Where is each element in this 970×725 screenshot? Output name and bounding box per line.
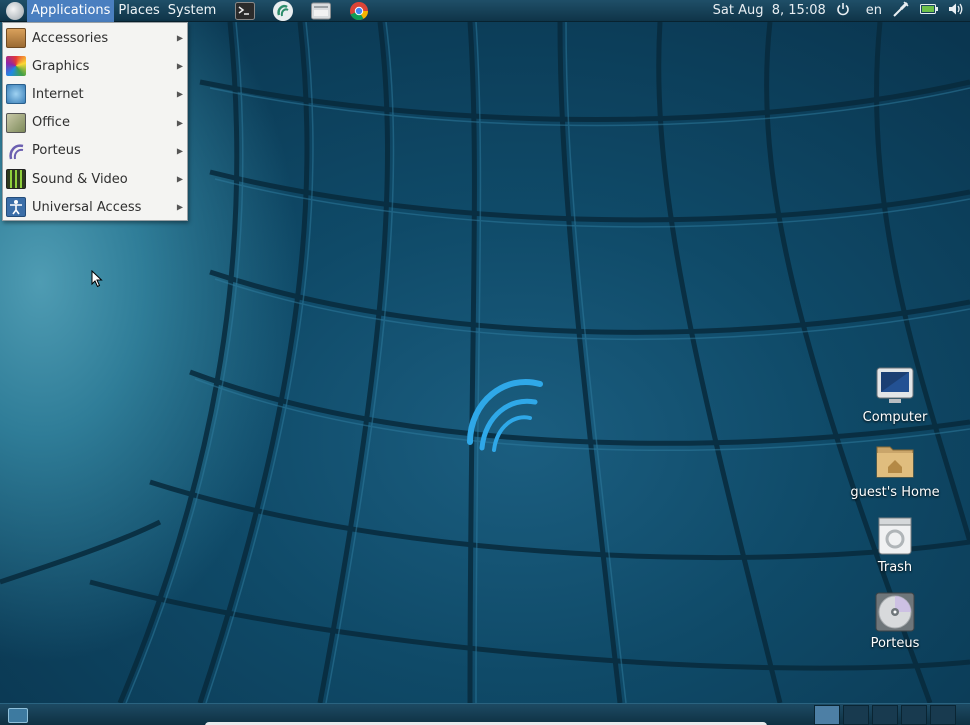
submenu-arrow-icon: ▶ xyxy=(176,174,183,184)
menu-item-label: Accessories xyxy=(32,30,109,46)
menu-item-universal-access[interactable]: Universal Access ▶ xyxy=(3,193,187,221)
desktop-icon-trash[interactable]: Trash xyxy=(845,516,945,575)
menu-item-internet[interactable]: Internet ▶ xyxy=(3,80,187,108)
submenu-arrow-icon: ▶ xyxy=(176,146,183,156)
battery-icon[interactable] xyxy=(920,3,938,19)
accessories-icon xyxy=(6,28,26,49)
bottom-panel xyxy=(0,703,970,725)
show-desktop-icon[interactable] xyxy=(8,708,28,723)
menu-system[interactable]: System xyxy=(164,0,220,22)
computer-icon xyxy=(875,366,915,406)
disc-icon xyxy=(875,592,915,632)
menu-item-label: Graphics xyxy=(32,58,90,74)
network-icon[interactable] xyxy=(892,0,910,22)
desktop-icon-label: Computer xyxy=(862,410,928,425)
volume-icon[interactable] xyxy=(948,2,964,20)
clock[interactable]: Sat Aug 8, 15:08 xyxy=(713,3,826,18)
desktop-icon-computer[interactable]: Computer xyxy=(845,366,945,425)
terminal-icon[interactable] xyxy=(234,1,256,21)
menu-applications[interactable]: Applications xyxy=(27,0,115,22)
submenu-arrow-icon: ▶ xyxy=(176,61,183,71)
workspace-2[interactable] xyxy=(843,705,869,725)
office-icon xyxy=(6,112,26,133)
desktop-icon-home[interactable]: guest's Home xyxy=(845,441,945,500)
menu-item-label: Universal Access xyxy=(32,199,142,215)
submenu-arrow-icon: ▶ xyxy=(176,118,183,128)
porteus-icon xyxy=(6,141,26,161)
workspace-1[interactable] xyxy=(814,705,840,725)
home-folder-icon xyxy=(875,441,915,481)
file-manager-icon[interactable] xyxy=(310,1,332,21)
workspace-4[interactable] xyxy=(901,705,927,725)
submenu-arrow-icon: ▶ xyxy=(176,202,183,212)
menu-item-accessories[interactable]: Accessories ▶ xyxy=(3,24,187,52)
submenu-arrow-icon: ▶ xyxy=(176,89,183,99)
desktop-icon-label: guest's Home xyxy=(850,485,940,500)
menu-item-label: Internet xyxy=(32,86,84,102)
sound-video-icon xyxy=(6,169,26,190)
menu-item-label: Office xyxy=(32,115,70,131)
keyboard-layout[interactable]: en xyxy=(866,3,882,18)
top-panel: Applications Places System Sat Aug 8, 15… xyxy=(0,0,970,22)
workspace-5[interactable] xyxy=(930,705,956,725)
trash-icon xyxy=(875,516,915,556)
menu-item-graphics[interactable]: Graphics ▶ xyxy=(3,52,187,80)
internet-icon xyxy=(6,84,26,105)
menu-item-label: Sound & Video xyxy=(32,171,128,187)
submenu-arrow-icon: ▶ xyxy=(176,33,183,43)
desktop-icon-label: Porteus xyxy=(870,636,920,651)
porteus-launcher-icon[interactable] xyxy=(272,0,294,21)
power-icon[interactable] xyxy=(836,2,850,20)
chrome-icon[interactable] xyxy=(348,1,370,21)
porteus-logo-icon xyxy=(6,1,24,20)
menu-item-office[interactable]: Office ▶ xyxy=(3,109,187,137)
graphics-icon xyxy=(6,56,26,77)
applications-menu: Accessories ▶ Graphics ▶ Internet ▶ Offi… xyxy=(2,22,188,221)
workspace-3[interactable] xyxy=(872,705,898,725)
universal-access-icon xyxy=(6,197,26,218)
menu-item-porteus[interactable]: Porteus ▶ xyxy=(3,137,187,165)
menu-places[interactable]: Places xyxy=(114,0,163,22)
menu-item-label: Porteus xyxy=(32,143,81,159)
mouse-cursor-icon xyxy=(91,270,103,288)
menu-item-sound-video[interactable]: Sound & Video ▶ xyxy=(3,165,187,193)
desktop-icon-porteus-disc[interactable]: Porteus xyxy=(845,592,945,651)
desktop-icon-label: Trash xyxy=(877,560,913,575)
